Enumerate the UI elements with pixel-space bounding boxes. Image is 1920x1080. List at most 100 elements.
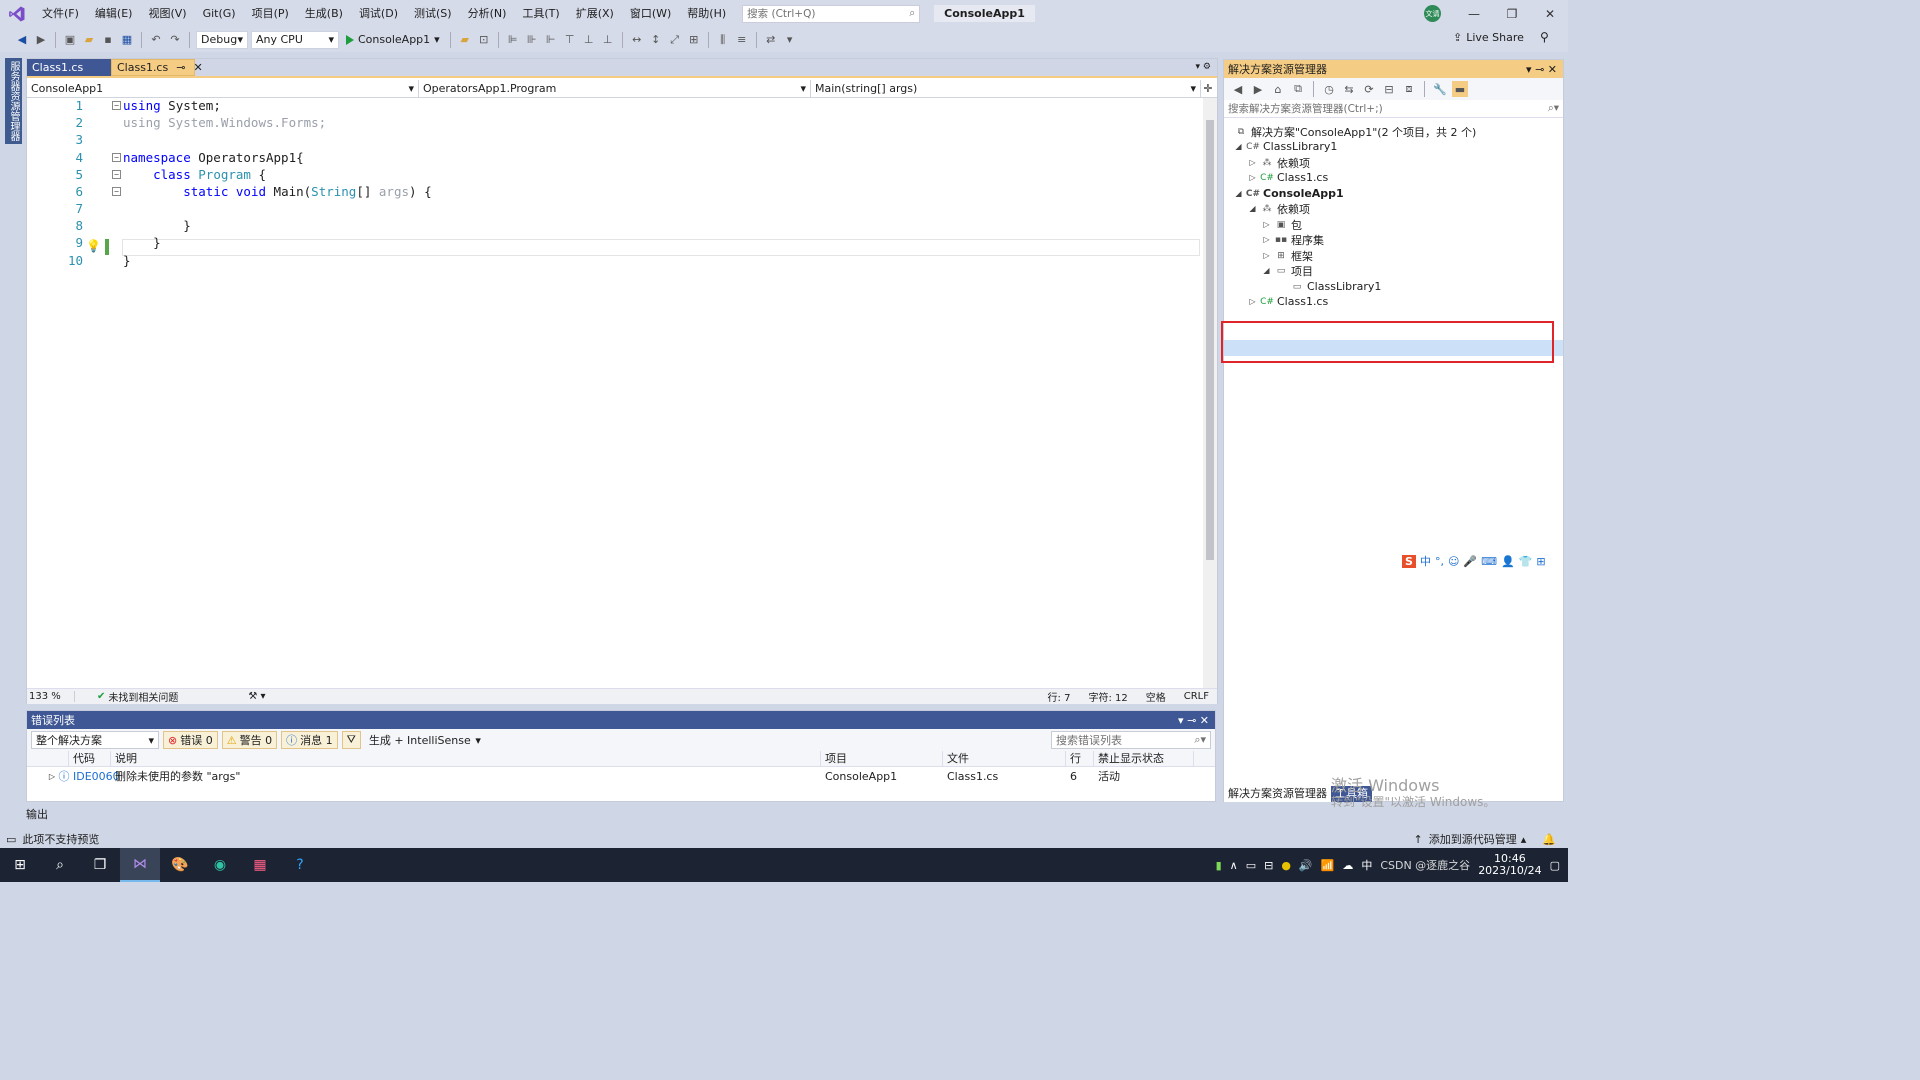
tab-solution-explorer[interactable]: 解决方案资源管理器 bbox=[1224, 786, 1331, 802]
user-avatar[interactable]: 文请 bbox=[1424, 5, 1441, 22]
restore-icon[interactable]: ❐ bbox=[1493, 0, 1531, 27]
align-right-icon[interactable]: ⊩ bbox=[543, 32, 559, 48]
home-icon[interactable]: ⌂ bbox=[1270, 81, 1286, 97]
live-share-button[interactable]: ⇪ Live Share bbox=[1453, 31, 1524, 44]
sync-icon[interactable]: ⇆ bbox=[1341, 81, 1357, 97]
same-width-icon[interactable]: ↔ bbox=[629, 32, 645, 48]
pending-changes-icon[interactable]: ◷ bbox=[1321, 81, 1337, 97]
toolbar-overflow-icon[interactable]: ▾ bbox=[782, 32, 798, 48]
char-indicator[interactable]: 字符: 12 bbox=[1088, 689, 1127, 704]
type-dropdown[interactable]: OperatorsApp1.Program ▾ bbox=[419, 80, 811, 97]
column-file[interactable]: 文件 bbox=[943, 751, 1066, 766]
refresh-icon[interactable]: ⟳ bbox=[1361, 81, 1377, 97]
microphone-icon[interactable]: 🎤 bbox=[1463, 555, 1477, 568]
network-icon[interactable]: 📶 bbox=[1321, 859, 1335, 872]
preview-icon[interactable]: ▬ bbox=[1452, 81, 1468, 97]
task-view-icon[interactable]: ❐ bbox=[80, 848, 120, 882]
punctuation-icon[interactable]: °, bbox=[1435, 555, 1444, 568]
open-file-icon[interactable]: ▰ bbox=[81, 32, 97, 48]
align-bottom-icon[interactable]: ⊥ bbox=[600, 32, 616, 48]
collapsed-arrow-icon[interactable]: ▷ bbox=[1262, 251, 1271, 260]
vertical-scrollbar[interactable] bbox=[1203, 98, 1217, 688]
grid-icon[interactable]: ⊞ bbox=[1536, 555, 1545, 568]
notification-center-icon[interactable]: ▢ bbox=[1550, 859, 1560, 872]
column-project[interactable]: 项目 bbox=[821, 751, 943, 766]
keyboard-icon[interactable]: ⌨ bbox=[1481, 555, 1497, 568]
tray-app-icon[interactable]: ⊟ bbox=[1264, 859, 1273, 872]
solution-search-input[interactable]: 搜索解决方案资源管理器(Ctrl+;) ⌕▾ bbox=[1224, 100, 1563, 118]
menu-extensions[interactable]: 扩展(X) bbox=[568, 0, 622, 27]
windows-start-icon[interactable]: ⊞ bbox=[0, 848, 40, 882]
split-icon[interactable]: ✛ bbox=[1201, 80, 1215, 97]
sogou-logo-icon[interactable]: S bbox=[1402, 554, 1416, 568]
scope-select[interactable]: 整个解决方案 ▾ bbox=[31, 731, 159, 749]
panel-controls-icon[interactable]: ▾ ⊸ ✕ bbox=[1178, 714, 1209, 727]
collapsed-arrow-icon[interactable]: ▷ bbox=[1248, 158, 1257, 167]
column-code[interactable]: 代码 bbox=[69, 751, 111, 766]
tree-node-dependencies[interactable]: ▷ ⁂ 依赖项 bbox=[1248, 155, 1310, 170]
panel-controls-icon[interactable]: ▾ ⊸ ✕ bbox=[1526, 63, 1557, 76]
menu-git[interactable]: Git(G) bbox=[195, 0, 244, 27]
tree-node-packages[interactable]: ▷ ▣ 包 bbox=[1262, 217, 1302, 232]
show-all-files-icon[interactable]: ⧈ bbox=[1401, 81, 1417, 97]
member-dropdown[interactable]: Main(string[] args) ▾ bbox=[811, 80, 1201, 97]
collapse-icon[interactable]: − bbox=[112, 187, 121, 196]
tray-app-icon[interactable]: ☁ bbox=[1342, 859, 1353, 872]
error-search-input[interactable]: 搜索错误列表 ⌕▾ bbox=[1051, 731, 1211, 749]
tab-order-icon[interactable]: ⇄ bbox=[763, 32, 779, 48]
visual-studio-logo-icon[interactable] bbox=[0, 0, 34, 27]
tree-node-project-reference[interactable]: ▭ ClassLibrary1 bbox=[1290, 279, 1382, 294]
collapsed-arrow-icon[interactable]: ▷ bbox=[1262, 235, 1271, 244]
ime-mode-indicator[interactable]: 中 bbox=[1420, 553, 1431, 569]
align-top-icon[interactable]: ⊤ bbox=[562, 32, 578, 48]
tree-node-class1[interactable]: ▷ C# Class1.cs bbox=[1248, 294, 1328, 309]
new-project-icon[interactable]: ▣ bbox=[62, 32, 78, 48]
menu-analyze[interactable]: 分析(N) bbox=[460, 0, 515, 27]
menu-window[interactable]: 窗口(W) bbox=[622, 0, 679, 27]
menu-tools[interactable]: 工具(T) bbox=[514, 0, 567, 27]
back-icon[interactable]: ◀ bbox=[1230, 81, 1246, 97]
battery-icon[interactable]: ▮ bbox=[1216, 859, 1222, 872]
zoom-select[interactable]: 133 % bbox=[27, 691, 75, 702]
save-all-icon[interactable]: ▦ bbox=[119, 32, 135, 48]
properties-icon[interactable]: 🔧 bbox=[1432, 81, 1448, 97]
menu-test[interactable]: 测试(S) bbox=[406, 0, 460, 27]
forward-icon[interactable]: ▶ bbox=[33, 32, 49, 48]
tab-overflow-icon[interactable]: ▾ ⚙ bbox=[1196, 59, 1217, 76]
collapse-icon[interactable]: − bbox=[112, 101, 121, 110]
switch-views-icon[interactable]: ⧉ bbox=[1290, 81, 1306, 97]
menu-file[interactable]: 文件(F) bbox=[34, 0, 87, 27]
close-icon[interactable]: ✕ bbox=[1531, 0, 1569, 27]
tab-class1-active[interactable]: Class1.cs ⊸ ✕ bbox=[111, 59, 203, 76]
expanded-arrow-icon[interactable]: ◢ bbox=[1262, 266, 1271, 275]
collapsed-arrow-icon[interactable]: ▷ bbox=[1248, 297, 1257, 306]
column-line[interactable]: 行 bbox=[1066, 751, 1094, 766]
tree-node-consoleapp1[interactable]: ◢ C# ConsoleApp1 bbox=[1234, 186, 1343, 201]
visual-studio-taskbar-icon[interactable]: ⋈ bbox=[120, 848, 160, 882]
tray-app-icon[interactable]: ● bbox=[1281, 859, 1291, 872]
undo-icon[interactable]: ↶ bbox=[148, 32, 164, 48]
music-app-icon[interactable]: ▦ bbox=[240, 848, 280, 882]
project-dropdown[interactable]: ConsoleApp1 ▾ bbox=[27, 80, 419, 97]
redo-icon[interactable]: ↷ bbox=[167, 32, 183, 48]
menu-help[interactable]: 帮助(H) bbox=[679, 0, 734, 27]
scrollbar-thumb[interactable] bbox=[1206, 120, 1214, 560]
menu-debug[interactable]: 调试(D) bbox=[351, 0, 406, 27]
collapsed-arrow-icon[interactable]: ▷ bbox=[1248, 173, 1257, 182]
table-row[interactable]: ▷ ⓘ IDE0060 删除未使用的参数 "args" ConsoleApp1 … bbox=[27, 767, 1215, 785]
tree-node-classlibrary1[interactable]: ◢ C# ClassLibrary1 bbox=[1234, 139, 1337, 154]
menu-edit[interactable]: 编辑(E) bbox=[87, 0, 141, 27]
filter-toggle-button[interactable]: ⛛ bbox=[341, 731, 361, 749]
chevron-up-icon[interactable]: ▴ bbox=[1521, 833, 1527, 846]
issues-label[interactable]: 未找到相关问题 bbox=[108, 689, 178, 704]
paint-app-icon[interactable]: 🎨 bbox=[160, 848, 200, 882]
line-indicator[interactable]: 行: 7 bbox=[1048, 689, 1071, 704]
messages-filter-button[interactable]: ⓘ 消息 1 bbox=[281, 731, 338, 749]
errors-filter-button[interactable]: ⊗ 错误 0 bbox=[163, 731, 218, 749]
forward-icon[interactable]: ▶ bbox=[1250, 81, 1266, 97]
screenshot-icon[interactable]: ⊡ bbox=[476, 32, 492, 48]
add-to-source-control-button[interactable]: 添加到源代码管理 bbox=[1429, 831, 1517, 847]
eol-indicator[interactable]: CRLF bbox=[1184, 691, 1209, 702]
code-text-area[interactable]: 💡 1 − using System; 2 using System.Windo… bbox=[27, 98, 1203, 688]
search-icon[interactable]: ⌕ bbox=[40, 848, 80, 882]
